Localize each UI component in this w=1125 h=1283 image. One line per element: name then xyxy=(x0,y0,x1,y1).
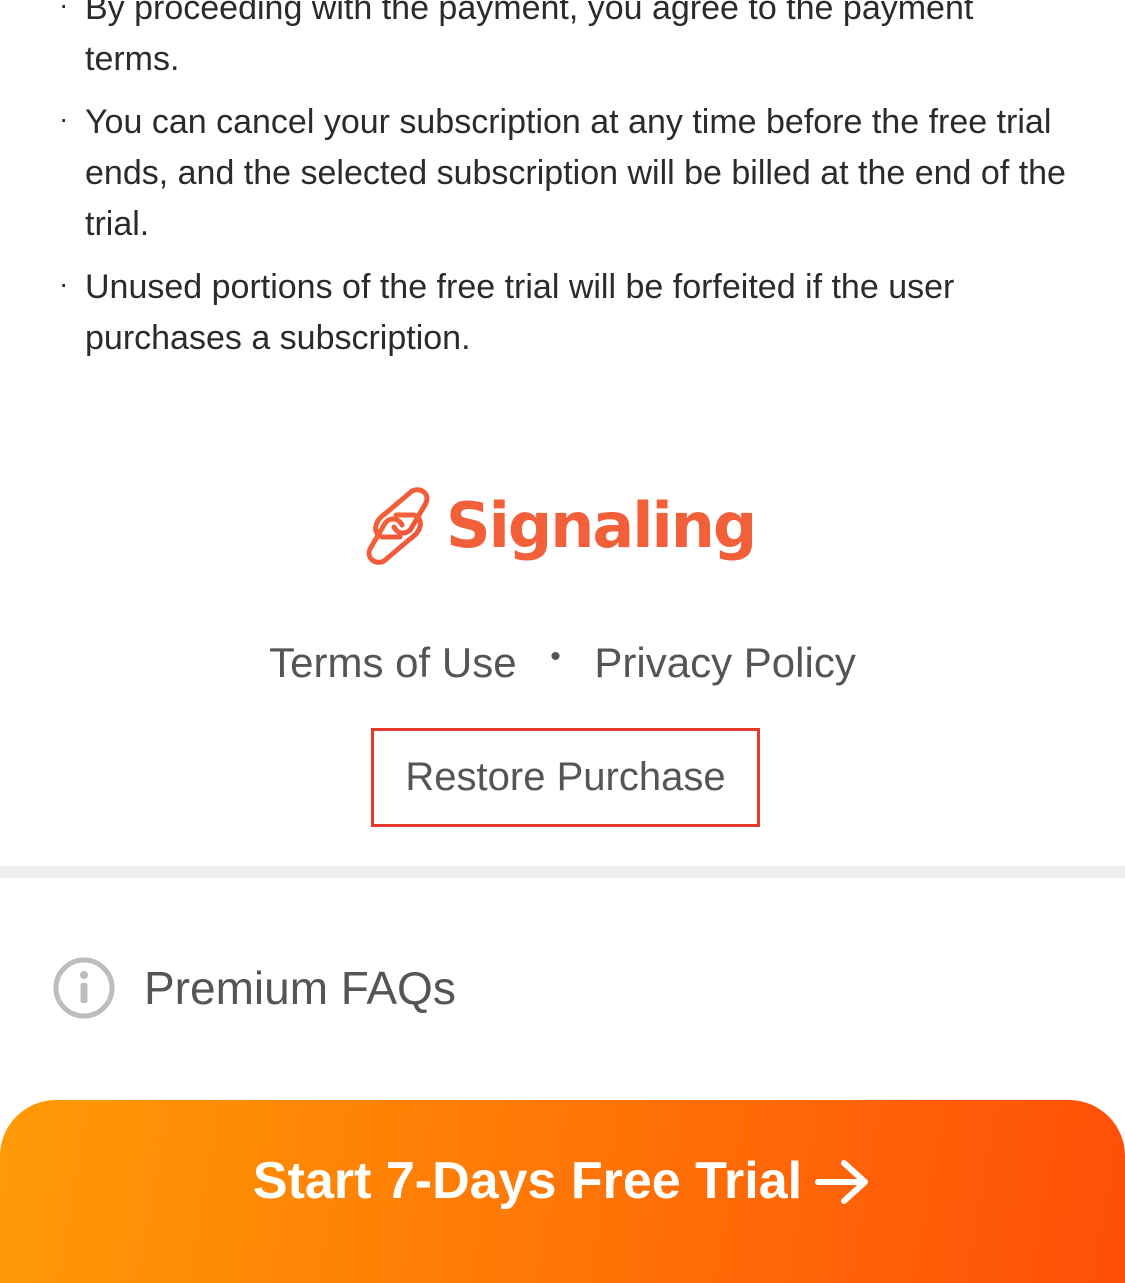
payment-term-text: You can cancel your subscription at any … xyxy=(85,103,1066,243)
bullet-dot: · xyxy=(59,0,69,20)
start-free-trial-button[interactable]: Start 7-Days Free Trial xyxy=(0,1100,1125,1283)
premium-faqs-row[interactable]: Premium FAQs xyxy=(52,955,456,1021)
restore-purchase-label: Restore Purchase xyxy=(405,755,726,799)
payment-term-text: Unused portions of the free trial will b… xyxy=(85,268,955,357)
bullet-dot: · xyxy=(59,103,69,134)
info-icon xyxy=(53,957,115,1019)
terms-of-use-link[interactable]: Terms of Use xyxy=(269,633,516,693)
paywall-footer: · By proceeding with the payment, you ag… xyxy=(0,0,1125,1283)
payment-term-text: By proceeding with the payment, you agre… xyxy=(85,0,974,78)
payment-term-item: · You can cancel your subscription at an… xyxy=(0,97,1125,250)
payment-terms-list: · By proceeding with the payment, you ag… xyxy=(0,0,1125,376)
section-divider xyxy=(0,866,1125,878)
restore-purchase-button[interactable]: Restore Purchase xyxy=(371,728,760,827)
start-free-trial-label: Start 7-Days Free Trial xyxy=(252,1152,803,1210)
payment-term-item: · Unused portions of the free trial will… xyxy=(0,262,1125,364)
brand-name: Signaling xyxy=(446,489,757,562)
payment-term-item: · By proceeding with the payment, you ag… xyxy=(0,0,1125,85)
link-separator: • xyxy=(550,639,561,673)
chain-link-logo-icon xyxy=(366,487,430,565)
legal-links: Terms of Use • Privacy Policy xyxy=(0,630,1125,693)
bullet-dot: · xyxy=(59,268,69,299)
premium-faqs-label: Premium FAQs xyxy=(144,962,456,1014)
privacy-policy-link[interactable]: Privacy Policy xyxy=(594,633,855,693)
brand-logo: Signaling xyxy=(360,478,757,574)
arrow-right-icon xyxy=(815,1160,869,1204)
